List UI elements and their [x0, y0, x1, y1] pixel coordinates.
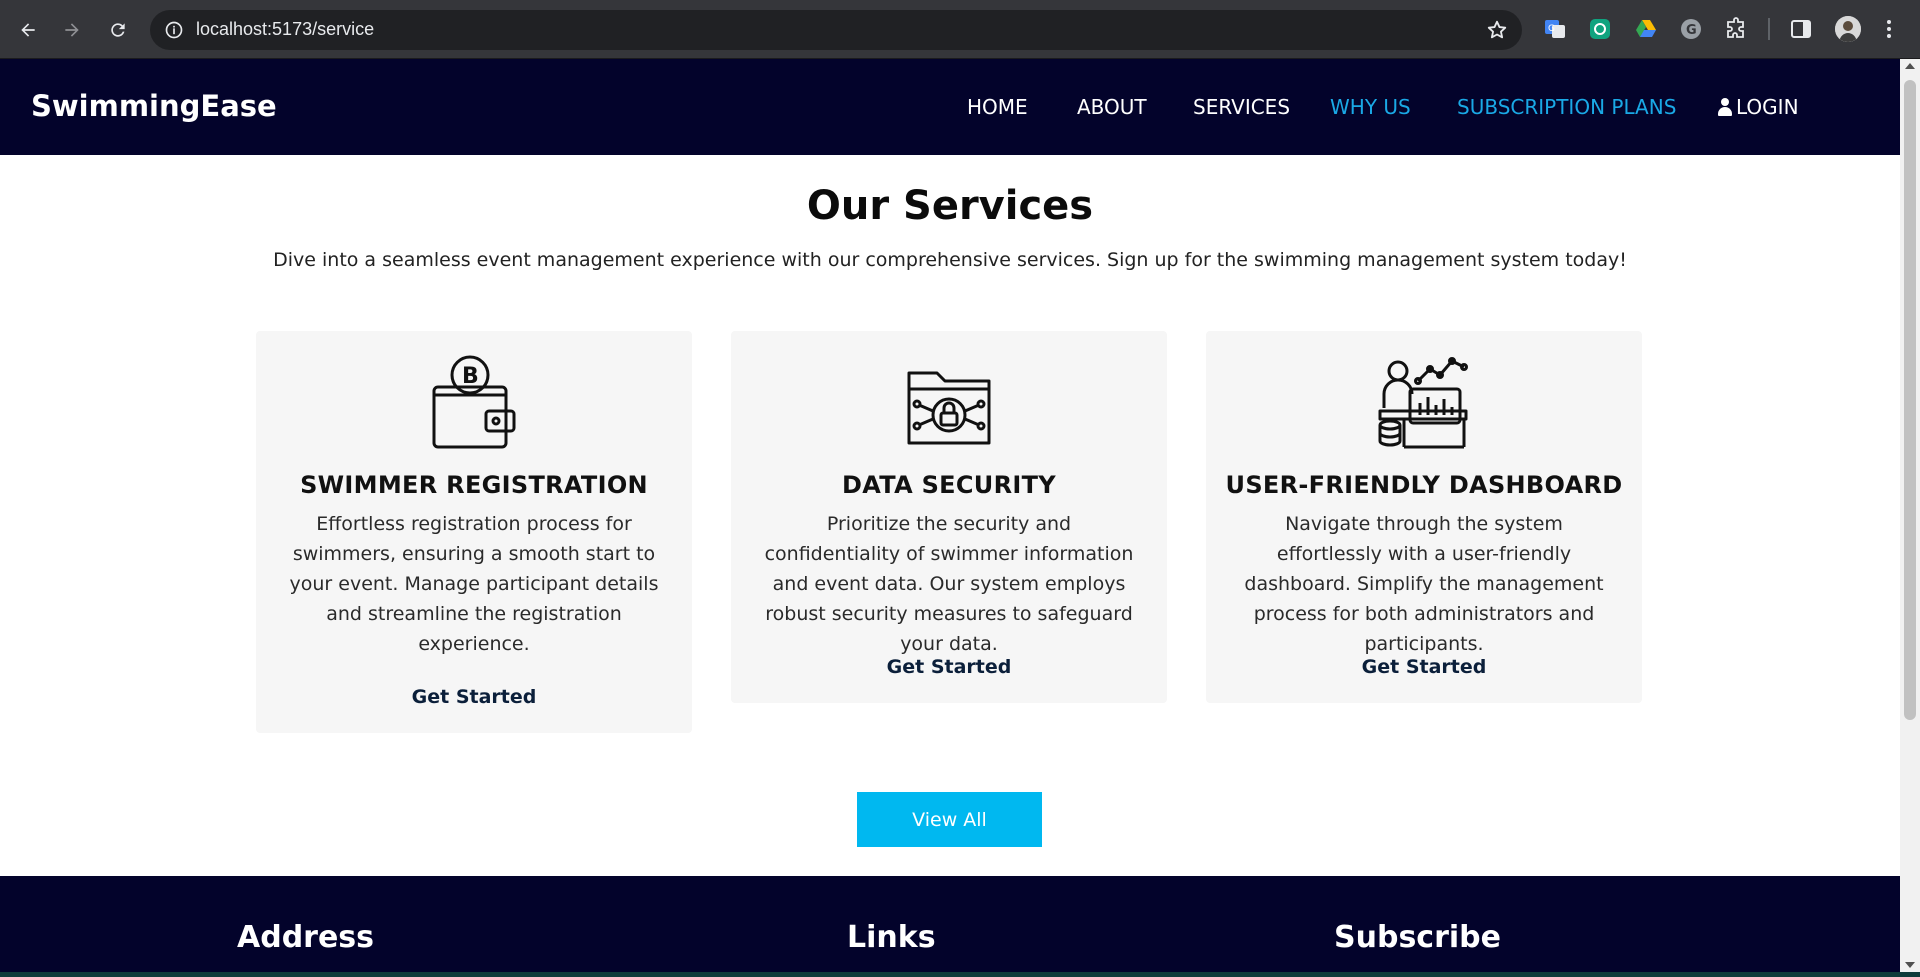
- forward-button[interactable]: [56, 14, 88, 46]
- user-icon: [1718, 98, 1732, 116]
- page-scrollbar[interactable]: [1900, 59, 1920, 972]
- window-bottom-edge: [0, 972, 1920, 977]
- card-title: SWIMMER REGISTRATION: [300, 471, 648, 499]
- service-card-data-security: DATA SECURITY Prioritize the security an…: [731, 331, 1167, 703]
- reload-button[interactable]: [102, 14, 134, 46]
- svg-text:B: B: [462, 364, 479, 389]
- nav-login[interactable]: LOGIN: [1718, 95, 1799, 119]
- nav-subscription-plans[interactable]: SUBSCRIPTION PLANS: [1457, 95, 1676, 119]
- google-drive-icon[interactable]: [1634, 17, 1658, 41]
- address-bar[interactable]: localhost:5173/service: [150, 10, 1522, 50]
- site-footer: Address Links Subscribe: [0, 876, 1900, 972]
- browser-toolbar: localhost:5173/service G G: [0, 0, 1920, 59]
- card-title: USER-FRIENDLY DASHBOARD: [1225, 471, 1623, 499]
- services-title: Our Services: [806, 183, 1094, 229]
- page-viewport: SwimmingEase HOME ABOUT SERVICES WHY US …: [0, 59, 1900, 972]
- nav-home[interactable]: HOME: [967, 95, 1028, 119]
- service-card-registration: B SWIMMER REGISTRATION Effortless regist…: [256, 331, 692, 733]
- card-description: Navigate through the system effortlessly…: [1244, 513, 1604, 655]
- scrollbar-thumb[interactable]: [1904, 80, 1916, 720]
- services-subtitle: Dive into a seamless event management ex…: [273, 249, 1627, 271]
- bookmark-star-icon[interactable]: [1486, 19, 1508, 41]
- forward-arrow-icon: [65, 23, 79, 37]
- svg-text:G: G: [1548, 24, 1555, 34]
- scroll-up-arrow-icon[interactable]: [1905, 63, 1915, 69]
- footer-subscribe-heading: Subscribe: [1334, 920, 1501, 955]
- google-translate-icon[interactable]: G: [1543, 17, 1567, 41]
- get-started-link[interactable]: Get Started: [1206, 656, 1642, 678]
- card-title: DATA SECURITY: [842, 471, 1056, 499]
- footer-address-heading: Address: [237, 920, 375, 955]
- toolbar-separator: [1768, 18, 1770, 40]
- side-panel-icon[interactable]: [1789, 17, 1813, 41]
- nav-about[interactable]: ABOUT: [1077, 95, 1147, 119]
- extensions-puzzle-icon[interactable]: [1724, 17, 1748, 41]
- get-started-link[interactable]: Get Started: [731, 656, 1167, 678]
- get-started-link[interactable]: Get Started: [256, 686, 692, 708]
- url-text[interactable]: localhost:5173/service: [196, 19, 374, 40]
- back-arrow-icon: [21, 23, 35, 37]
- footer-links-heading: Links: [847, 920, 936, 955]
- scroll-down-arrow-icon[interactable]: [1905, 962, 1915, 968]
- nav-login-label: LOGIN: [1736, 95, 1799, 119]
- service-card-dashboard: USER-FRIENDLY DASHBOARD Navigate through…: [1206, 331, 1642, 703]
- nav-services[interactable]: SERVICES: [1193, 95, 1290, 119]
- card-description: Prioritize the security and confidential…: [764, 513, 1134, 655]
- secure-folder-icon: [899, 353, 999, 453]
- dashboard-analytics-icon: [1374, 353, 1474, 453]
- back-button[interactable]: [12, 14, 44, 46]
- wallet-bitcoin-icon: B: [424, 353, 524, 453]
- site-info-icon[interactable]: [164, 20, 184, 40]
- view-all-button[interactable]: View All: [857, 792, 1042, 847]
- nav-why-us[interactable]: WHY US: [1330, 95, 1411, 119]
- card-description: Effortless registration process for swim…: [289, 513, 659, 655]
- svg-text:G: G: [1686, 23, 1697, 38]
- chatgpt-extension-icon[interactable]: [1588, 17, 1612, 41]
- site-logo[interactable]: SwimmingEase: [31, 89, 277, 123]
- browser-menu-icon[interactable]: [1877, 17, 1901, 41]
- site-header: SwimmingEase HOME ABOUT SERVICES WHY US …: [0, 59, 1900, 155]
- reload-icon: [111, 23, 125, 37]
- grammarly-icon[interactable]: G: [1679, 17, 1703, 41]
- profile-avatar[interactable]: [1835, 16, 1861, 42]
